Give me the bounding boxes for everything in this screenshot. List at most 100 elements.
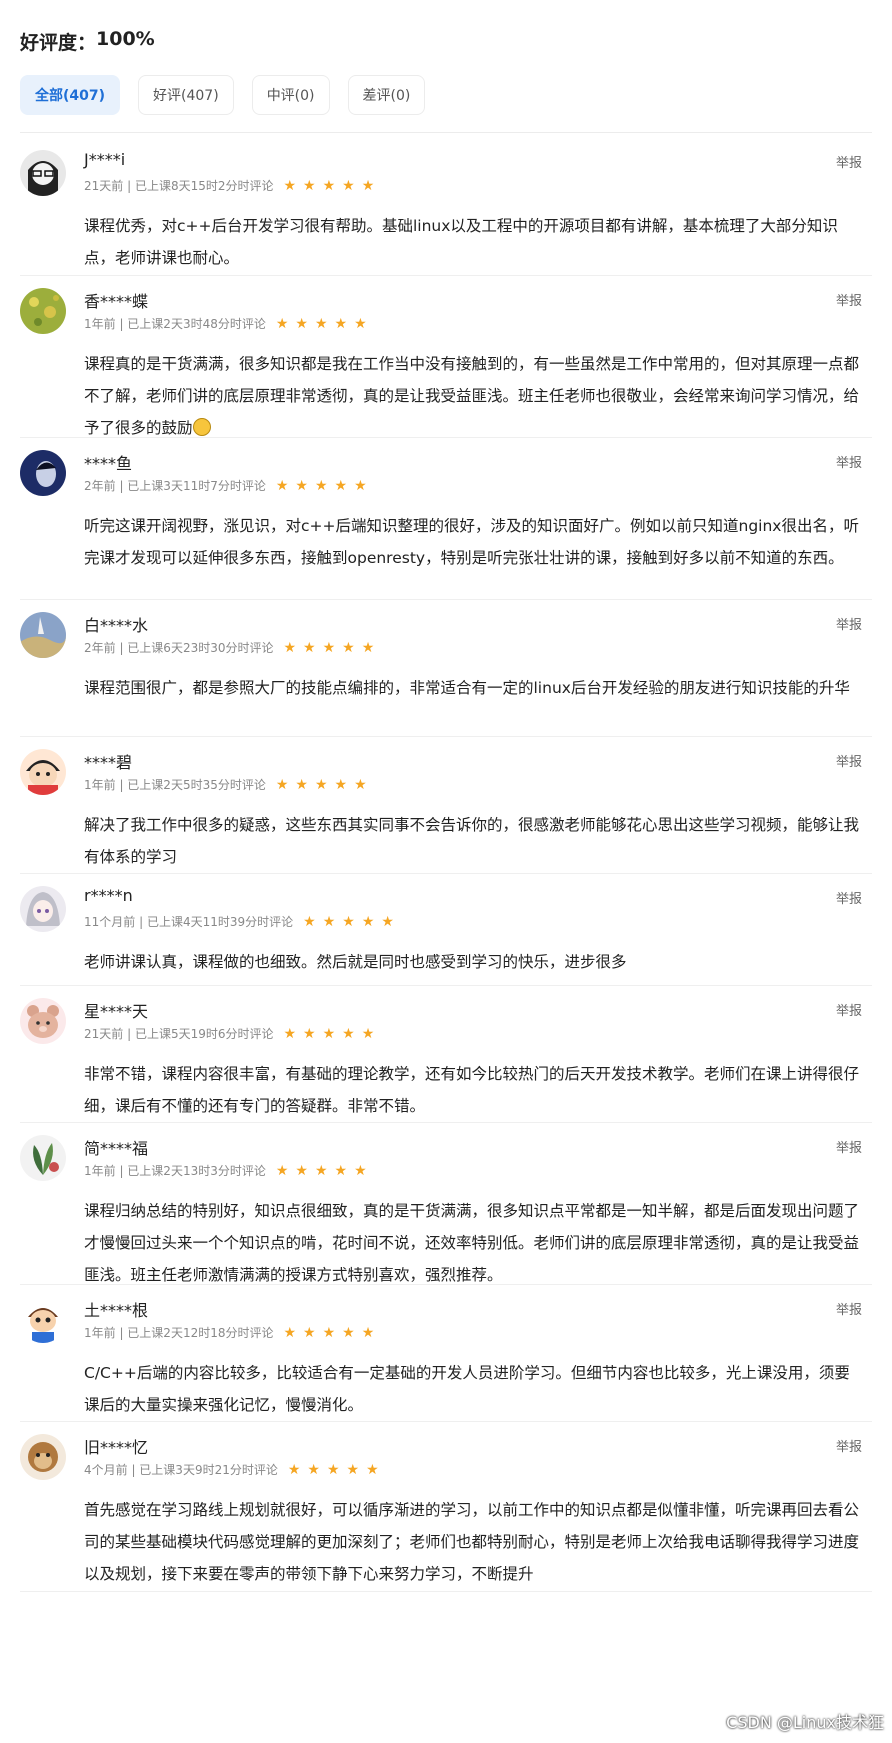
review-text: 首先感觉在学习路线上规划就很好，可以循序渐进的学习，以前工作中的知识点都是似懂非… [84, 1501, 860, 1583]
review-meta: 2年前 | 已上课6天23时30分时评论 ★ ★ ★ ★ ★ [84, 639, 374, 656]
avatar[interactable] [20, 450, 66, 496]
star-icon: ★ [342, 1025, 355, 1042]
star-icon: ★ [303, 913, 316, 930]
review-item: 星****天 21天前 | 已上课5天19时6分时评论 ★ ★ ★ ★ ★ 举报 非常不错，课程… [20, 986, 872, 1123]
star-rating: ★ ★ ★ ★ ★ [303, 915, 394, 929]
review-time: 21天前 | 已上课5天19时6分时评论 [84, 1027, 274, 1041]
star-icon: ★ [361, 639, 375, 656]
avatar[interactable] [20, 150, 66, 196]
review-content: 课程真的是干货满满，很多知识都是我在工作当中没有接触到的，有一些虽然是工作中常用… [84, 348, 860, 444]
review-item: J****i 21天前 | 已上课8天15时2分时评论 ★ ★ ★ ★ ★ 举报 课程优秀，对c… [20, 138, 872, 276]
avatar[interactable] [20, 612, 66, 658]
review-text: 课程优秀，对c++后台开发学习很有帮助。基础linux以及工程中的开源项目都有讲… [84, 217, 838, 267]
star-icon: ★ [361, 913, 375, 930]
star-icon: ★ [314, 776, 328, 793]
star-icon: ★ [326, 1461, 340, 1478]
avatar[interactable] [20, 1135, 66, 1181]
review-content: 课程范围很广，都是参照大厂的技能点编排的，非常适合有一定的linux后台开发经验… [84, 672, 860, 704]
review-meta: 21天前 | 已上课5天19时6分时评论 ★ ★ ★ ★ ★ [84, 1025, 374, 1042]
star-icon: ★ [303, 1324, 316, 1341]
reviewer-name[interactable]: 香****蝶 [84, 288, 148, 312]
reviewer-name[interactable]: 白****水 [84, 612, 148, 636]
divider [20, 132, 872, 133]
star-icon: ★ [342, 1324, 355, 1341]
star-icon: ★ [283, 1324, 297, 1341]
review-text: 课程归纳总结的特别好，知识点很细致，真的是干货满满，很多知识点平常都是一知半解，… [84, 1202, 860, 1284]
report-link[interactable]: 举报 [836, 1436, 862, 1455]
review-time: 1年前 | 已上课2天13时3分时评论 [84, 1164, 266, 1178]
review-time: 2年前 | 已上课3天11时7分时评论 [84, 479, 266, 493]
avatar[interactable] [20, 998, 66, 1044]
review-meta: 1年前 | 已上课2天3时48分时评论 ★ ★ ★ ★ ★ [84, 315, 367, 332]
reviewer-name[interactable]: 土****根 [84, 1297, 148, 1321]
star-rating: ★ ★ ★ ★ ★ [283, 1027, 374, 1041]
star-icon: ★ [275, 776, 289, 793]
reviewer-name[interactable]: ****鱼 [84, 450, 132, 474]
star-icon: ★ [334, 1162, 348, 1179]
review-item: 简****福 1年前 | 已上课2天13时3分时评论 ★ ★ ★ ★ ★ 举报 课程归纳总结的特… [20, 1123, 872, 1285]
smile-emoji-icon [192, 418, 211, 436]
avatar[interactable] [20, 288, 66, 334]
tab-positive[interactable]: 好评(407) [138, 75, 234, 115]
star-icon: ★ [314, 1162, 328, 1179]
star-icon: ★ [342, 913, 355, 930]
report-link[interactable]: 举报 [836, 1000, 862, 1019]
avatar[interactable] [20, 1297, 66, 1343]
report-link[interactable]: 举报 [836, 614, 862, 633]
star-rating: ★ ★ ★ ★ ★ [276, 317, 367, 331]
star-icon: ★ [314, 315, 328, 332]
star-icon: ★ [287, 1461, 301, 1478]
tab-neutral[interactable]: 中评(0) [251, 75, 330, 115]
star-icon: ★ [322, 1324, 336, 1341]
report-link[interactable]: 举报 [836, 152, 862, 171]
star-icon: ★ [322, 177, 336, 194]
tab-negative[interactable]: 差评(0) [347, 75, 426, 115]
star-icon: ★ [295, 477, 308, 494]
report-link[interactable]: 举报 [836, 888, 862, 907]
star-icon: ★ [334, 477, 348, 494]
star-icon: ★ [361, 1324, 375, 1341]
review-item: 香****蝶 1年前 | 已上课2天3时48分时评论 ★ ★ ★ ★ ★ 举报 课程真的是干货满… [20, 276, 872, 438]
star-icon: ★ [322, 639, 336, 656]
star-rating: ★ ★ ★ ★ ★ [276, 778, 367, 792]
report-link[interactable]: 举报 [836, 751, 862, 770]
reviewer-name[interactable]: J****i [84, 150, 125, 169]
star-rating: ★ ★ ★ ★ ★ [288, 1463, 379, 1477]
star-icon: ★ [366, 1461, 379, 1478]
review-item: 旧****忆 4个月前 | 已上课3天9时21分时评论 ★ ★ ★ ★ ★ 举报 首先感觉在学习… [20, 1422, 872, 1592]
avatar[interactable] [20, 886, 66, 932]
star-icon: ★ [322, 1025, 336, 1042]
star-icon: ★ [303, 177, 316, 194]
report-link[interactable]: 举报 [836, 290, 862, 309]
review-time: 2年前 | 已上课6天23时30分时评论 [84, 641, 274, 655]
star-icon: ★ [275, 477, 289, 494]
reviewer-name[interactable]: ****碧 [84, 749, 132, 773]
review-content: 首先感觉在学习路线上规划就很好，可以循序渐进的学习，以前工作中的知识点都是似懂非… [84, 1494, 860, 1590]
star-icon: ★ [334, 776, 348, 793]
star-rating: ★ ★ ★ ★ ★ [283, 1326, 374, 1340]
report-link[interactable]: 举报 [836, 1299, 862, 1318]
reviewer-name[interactable]: 简****福 [84, 1135, 148, 1159]
review-time: 21天前 | 已上课8天15时2分时评论 [84, 179, 274, 193]
filter-tabs: 全部(407) 好评(407) 中评(0) 差评(0) [20, 75, 426, 115]
rating-summary: 好评度： 100% [20, 28, 155, 55]
review-content: 解决了我工作中很多的疑惑，这些东西其实同事不会告诉你的，很感激老师能够花心思出这… [84, 809, 860, 873]
review-meta: 1年前 | 已上课2天12时18分时评论 ★ ★ ★ ★ ★ [84, 1324, 374, 1341]
review-content: C/C++后端的内容比较多，比较适合有一定基础的开发人员进阶学习。但细节内容也比… [84, 1357, 860, 1421]
star-rating: ★ ★ ★ ★ ★ [276, 1164, 367, 1178]
reviewer-name[interactable]: 星****天 [84, 998, 148, 1022]
star-icon: ★ [314, 477, 328, 494]
review-meta: 1年前 | 已上课2天13时3分时评论 ★ ★ ★ ★ ★ [84, 1162, 367, 1179]
review-page: 好评度： 100% 全部(407) 好评(407) 中评(0) 差评(0) J*… [0, 0, 892, 1743]
avatar[interactable] [20, 1434, 66, 1480]
avatar[interactable] [20, 749, 66, 795]
report-link[interactable]: 举报 [836, 1137, 862, 1156]
reviewer-name[interactable]: 旧****忆 [84, 1434, 148, 1458]
star-icon: ★ [283, 177, 297, 194]
tab-all[interactable]: 全部(407) [20, 75, 121, 115]
report-link[interactable]: 举报 [836, 452, 862, 471]
star-icon: ★ [295, 1162, 308, 1179]
star-icon: ★ [295, 776, 308, 793]
reviewer-name[interactable]: r****n [84, 886, 133, 905]
star-icon: ★ [322, 913, 336, 930]
